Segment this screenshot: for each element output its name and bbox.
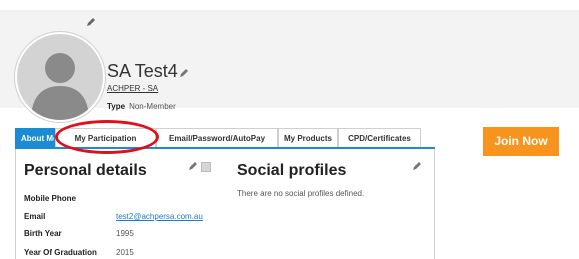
profile-name: SA Test4: [107, 61, 178, 81]
birth-year-label: Birth Year: [24, 229, 62, 238]
panel-border-right: [434, 149, 435, 259]
personal-details-heading: Personal details: [24, 162, 147, 179]
edit-personal-pencil-icon[interactable]: [188, 161, 198, 171]
organization-link[interactable]: ACHPER - SA: [107, 84, 158, 93]
highlight-annotation-circle: [55, 120, 159, 154]
edit-name-pencil-icon[interactable]: [179, 68, 189, 78]
type-label: Type: [107, 102, 126, 111]
email-link[interactable]: test2@achpersa.com.au: [116, 212, 203, 221]
mobile-phone-label: Mobile Phone: [24, 194, 76, 203]
graduation-year-label: Year Of Graduation: [24, 248, 97, 257]
type-value: Non-Member: [129, 102, 176, 111]
member-type: Type Non-Member: [107, 102, 176, 111]
avatar[interactable]: [15, 32, 105, 122]
user-silhouette-icon: [31, 53, 89, 120]
graduation-year-value: 2015: [116, 248, 134, 257]
social-profiles-empty-text: There are no social profiles defined.: [237, 189, 365, 198]
tab-my-products[interactable]: My Products: [278, 128, 338, 147]
birth-year-value: 1995: [116, 229, 134, 238]
social-profiles-heading: Social profiles: [237, 162, 347, 179]
tab-about-me[interactable]: About Me: [15, 128, 55, 147]
email-label: Email: [24, 212, 46, 221]
edit-social-pencil-icon[interactable]: [412, 161, 422, 171]
panel-border-left: [15, 149, 16, 259]
join-now-button[interactable]: Join Now: [483, 127, 559, 156]
edit-avatar-pencil-icon[interactable]: [86, 17, 96, 27]
tab-email-password-autopay[interactable]: Email/Password/AutoPay: [156, 128, 278, 147]
tab-cpd-certificates[interactable]: CPD/Certificates: [338, 128, 421, 147]
expand-toggle-button[interactable]: [201, 162, 211, 172]
